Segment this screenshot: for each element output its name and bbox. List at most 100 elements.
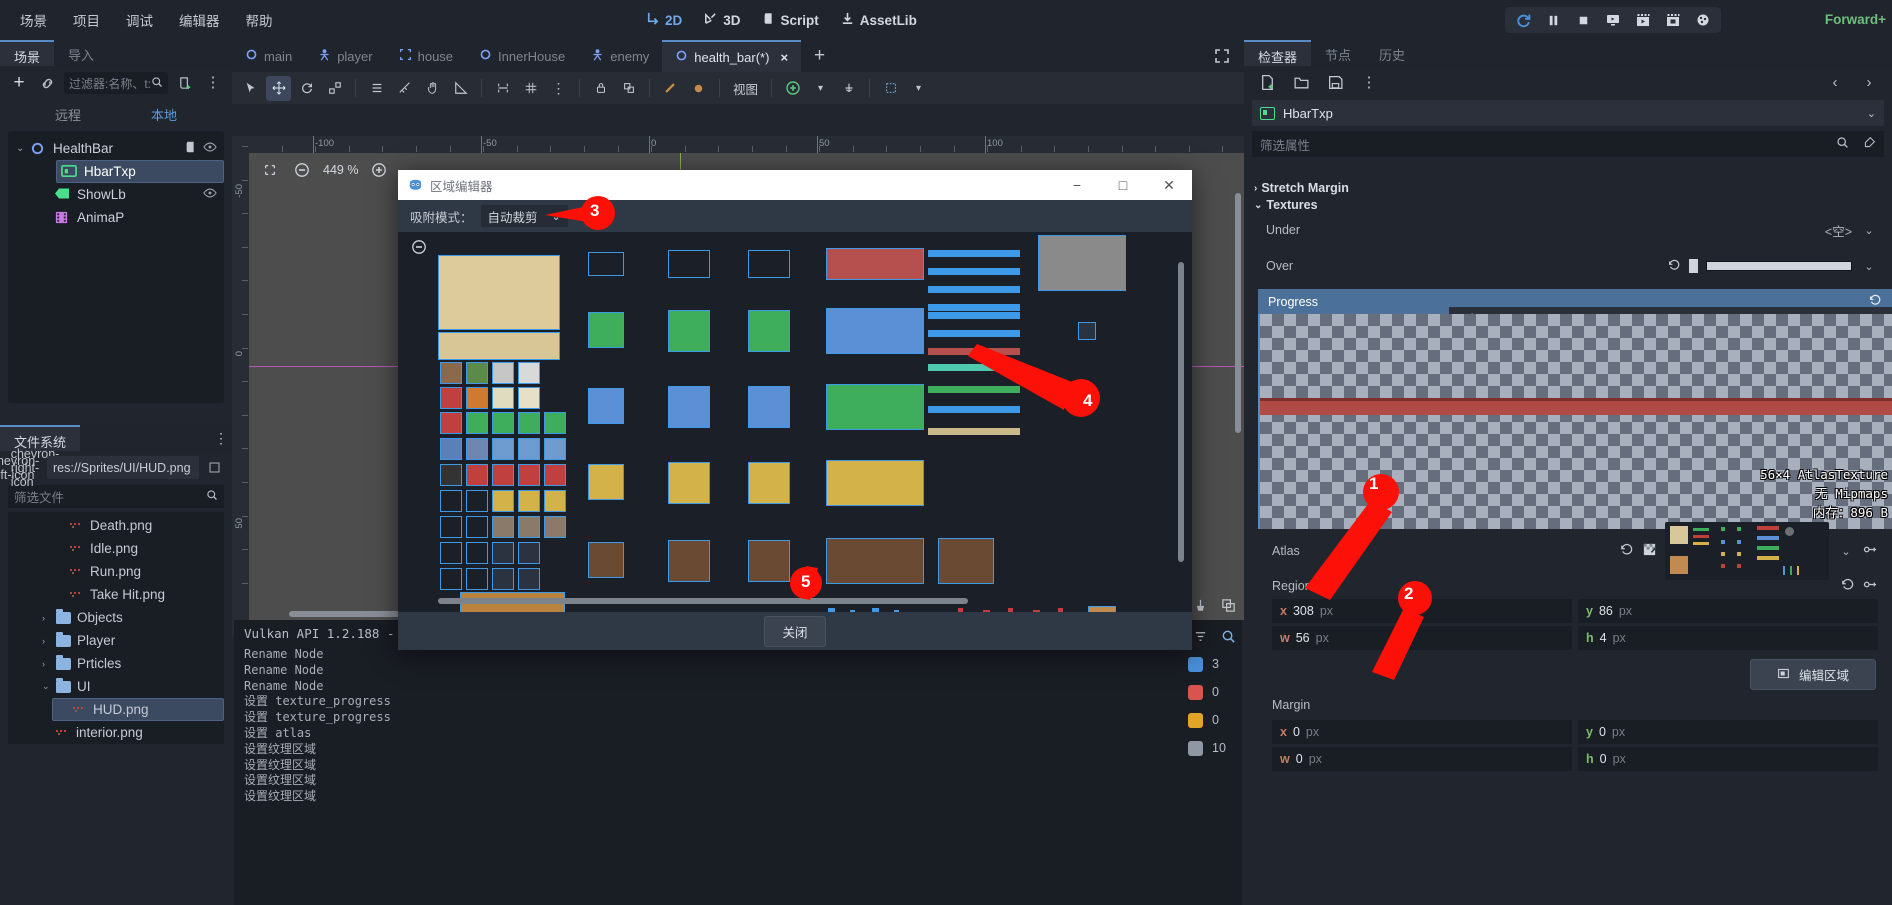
atlas-sprite-cell[interactable] xyxy=(518,438,540,460)
atlas-sprite-cell[interactable] xyxy=(492,438,514,460)
scene-tab-house[interactable]: house xyxy=(386,40,466,72)
lock-icon[interactable] xyxy=(588,76,613,101)
atlas-sprite-cell[interactable] xyxy=(668,462,710,504)
dialog-close-button[interactable]: 关闭 xyxy=(764,615,826,647)
search-output-icon[interactable] xyxy=(1217,625,1239,647)
atlas-sprite-bar[interactable] xyxy=(872,608,879,612)
quick-load-icon[interactable] xyxy=(1863,542,1878,560)
atlas-sprite-cell[interactable] xyxy=(518,490,540,512)
fs-item-hud-png[interactable]: HUD.png xyxy=(52,698,224,721)
minimize-button[interactable]: − xyxy=(1054,170,1100,200)
search-icon[interactable] xyxy=(1836,136,1849,152)
local-button[interactable]: 本地 xyxy=(151,105,177,124)
add-node-icon[interactable]: + xyxy=(8,72,30,94)
select-tool-icon[interactable] xyxy=(238,76,263,101)
inspector.margin-field-y[interactable]: y 0 px xyxy=(1578,720,1878,744)
scene-tree-item-hbartxp[interactable]: HbarTxp xyxy=(56,160,263,183)
snap-options-icon[interactable]: ⋮ xyxy=(546,76,571,101)
atlas-sprite-cell[interactable] xyxy=(492,464,514,486)
fs-item-ui[interactable]: ⌄ UI xyxy=(8,675,224,698)
scene-tree-item-animap[interactable]: AnimaP xyxy=(8,206,224,229)
atlas-sprite-cell[interactable] xyxy=(440,516,462,538)
atlas-sprite-cell[interactable] xyxy=(492,568,514,590)
inspector-tab-1[interactable]: 节点 xyxy=(1311,40,1365,66)
canvas-zoom-level[interactable]: 449 % xyxy=(323,163,358,177)
movie-icon[interactable] xyxy=(1659,8,1687,32)
inspected-object[interactable]: HbarTxp ⌄ xyxy=(1252,100,1884,126)
atlas-sprite-cell[interactable] xyxy=(518,542,540,564)
atlas-sprite-cell[interactable] xyxy=(466,412,488,434)
play-custom-icon[interactable] xyxy=(1629,8,1657,32)
chevron-down-icon[interactable]: ⌄ xyxy=(1837,545,1855,558)
menu-2[interactable]: 调试 xyxy=(113,6,166,34)
atlas-sprite-cell[interactable] xyxy=(588,542,624,578)
skeleton-icon[interactable] xyxy=(686,76,711,101)
history-forward-icon[interactable]: › xyxy=(1858,71,1880,93)
scene-tab-health_bar[interactable]: health_bar(*) × xyxy=(662,40,802,72)
property-row-atlas[interactable]: Atlas ⌄ xyxy=(1244,522,1892,580)
over-texture-preview[interactable] xyxy=(1706,261,1852,271)
revert-icon[interactable] xyxy=(1667,258,1681,275)
stop-icon[interactable] xyxy=(1569,8,1597,32)
atlas-sprite-cell[interactable] xyxy=(466,516,488,538)
atlas-sprite-cell[interactable] xyxy=(466,542,488,564)
fs-options-icon[interactable]: ⋮ xyxy=(210,425,232,451)
scene-tab-player[interactable]: player xyxy=(305,40,385,72)
atlas-sprite-cell[interactable] xyxy=(466,490,488,512)
menu-0[interactable]: 场景 xyxy=(7,6,60,34)
ruler-tool-icon[interactable] xyxy=(392,76,417,101)
atlas-sprite-cell[interactable] xyxy=(466,387,488,409)
maximize-button[interactable]: □ xyxy=(1100,170,1146,200)
tab-scene[interactable]: 场景 xyxy=(0,40,55,66)
status-warning-icon[interactable]: 0 xyxy=(1188,706,1244,734)
atlas-sprite-cell[interactable] xyxy=(826,308,924,354)
region-link-icon[interactable] xyxy=(1863,577,1878,595)
history-back-icon[interactable]: ‹ xyxy=(1824,71,1846,93)
atlas-sprite-cell[interactable] xyxy=(440,362,462,384)
atlas-sprite-bar[interactable] xyxy=(928,250,1020,257)
atlas-sprite-bar[interactable] xyxy=(928,406,1020,413)
atlas-sprite-cell[interactable] xyxy=(492,490,514,512)
edit-region-button[interactable]: 编辑区域 xyxy=(1749,659,1876,690)
new-resource-icon[interactable] xyxy=(1256,71,1278,93)
atlas-sprite-cell[interactable] xyxy=(440,568,462,590)
fs-item-objects[interactable]: › Objects xyxy=(8,606,224,629)
atlas-sprite-bar[interactable] xyxy=(1008,608,1013,612)
inspector.region-field-y[interactable]: y 86 px xyxy=(1578,599,1878,623)
atlas-sprite-bar[interactable] xyxy=(1058,608,1063,612)
atlas-sprite-cell[interactable] xyxy=(826,248,924,280)
move-tool-icon[interactable] xyxy=(266,75,291,101)
mode-script[interactable]: Script xyxy=(753,6,828,34)
search-icon[interactable] xyxy=(151,76,163,91)
atlas-sprite-cell[interactable] xyxy=(492,362,514,384)
fs-item-interior-png[interactable]: interior.png xyxy=(8,721,224,744)
tree-expander[interactable]: ⌄ xyxy=(42,681,56,692)
atlas-sprite-cell[interactable] xyxy=(440,412,462,434)
visibility-toggle-icon[interactable] xyxy=(203,188,217,201)
smart-snap-icon[interactable] xyxy=(490,76,515,101)
output-log[interactable]: Rename Node Rename Node Rename Node 设置 text… xyxy=(234,643,1242,809)
revert-icon[interactable] xyxy=(1840,577,1855,595)
atlas-sprite-bar[interactable] xyxy=(958,608,963,612)
atlas-sprite-bar[interactable] xyxy=(1033,610,1040,612)
atlas-sprite-cell[interactable] xyxy=(748,386,790,428)
atlas-sprite-cell[interactable] xyxy=(492,387,514,409)
save-resource-icon[interactable] xyxy=(1324,71,1346,93)
atlas-sprite-bar[interactable] xyxy=(928,364,1020,371)
add-scene-tab-button[interactable]: + xyxy=(801,40,838,72)
atlas-sprite-cell[interactable] xyxy=(518,516,540,538)
viewport-scrollbar-vertical[interactable] xyxy=(1235,193,1241,433)
tree-expander[interactable]: › xyxy=(42,613,56,623)
list-tool-icon[interactable] xyxy=(364,76,389,101)
filesystem-path[interactable]: res://Sprites/UI/HUD.png xyxy=(47,456,199,479)
inspector-tab-0[interactable]: 检查器 xyxy=(1244,40,1312,66)
inspector.margin-field-w[interactable]: w 0 px xyxy=(1272,747,1572,771)
inspector-menu-icon[interactable]: ⋮ xyxy=(1358,71,1380,93)
tree-expander[interactable]: › xyxy=(42,659,56,669)
property-category-textures[interactable]: ⌄ Textures xyxy=(1244,195,1892,215)
atlas-sprite-cell[interactable] xyxy=(826,538,924,584)
atlas-sprite-bar[interactable] xyxy=(928,348,1020,355)
atlas-sprite-cell[interactable] xyxy=(588,464,624,500)
object-tools-icon[interactable] xyxy=(1863,136,1876,152)
atlas-sprite-cell[interactable] xyxy=(588,252,624,276)
